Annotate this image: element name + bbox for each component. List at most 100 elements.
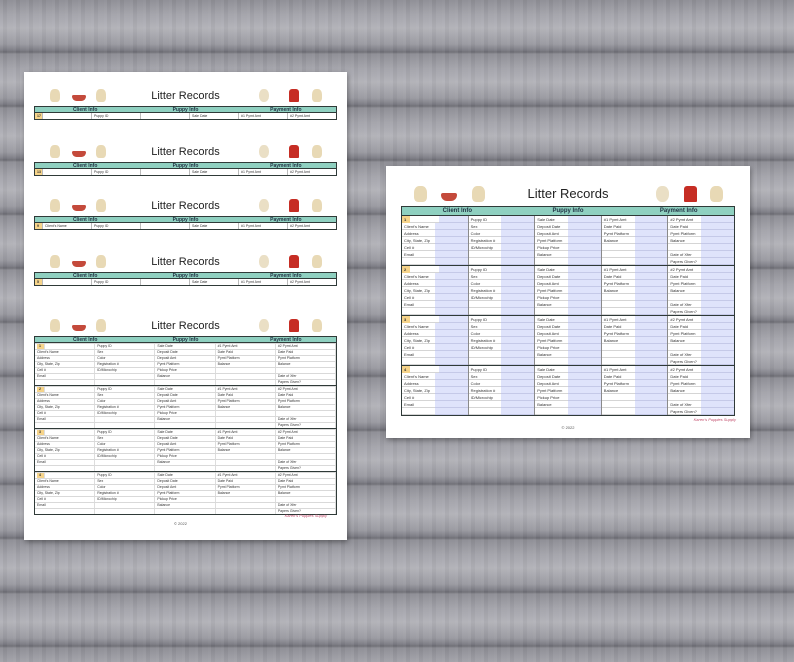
- field-input[interactable]: [701, 366, 734, 373]
- field-input[interactable]: [701, 344, 734, 351]
- field-input[interactable]: [567, 251, 601, 258]
- field-input[interactable]: [501, 394, 535, 401]
- field-input[interactable]: [434, 237, 468, 244]
- field-input[interactable]: [634, 351, 668, 358]
- field-input[interactable]: [567, 323, 601, 330]
- field-input[interactable]: [501, 251, 535, 258]
- field-input[interactable]: [501, 380, 535, 387]
- field-input[interactable]: [634, 216, 668, 223]
- field-input[interactable]: [501, 287, 535, 294]
- field-input[interactable]: [434, 330, 468, 337]
- field-input[interactable]: [701, 251, 734, 258]
- field-input[interactable]: [634, 387, 668, 394]
- field-input[interactable]: [501, 337, 535, 344]
- field-input[interactable]: [434, 337, 468, 344]
- field-input[interactable]: [434, 301, 468, 308]
- field-input[interactable]: [501, 408, 535, 415]
- field-input[interactable]: [434, 244, 468, 251]
- field-input[interactable]: [634, 330, 668, 337]
- field-input[interactable]: [501, 244, 535, 251]
- field-input[interactable]: [567, 373, 601, 380]
- field-input[interactable]: [434, 230, 468, 237]
- field-input[interactable]: [567, 273, 601, 280]
- field-input[interactable]: [501, 223, 535, 230]
- field-input[interactable]: [567, 387, 601, 394]
- field-input[interactable]: [567, 258, 601, 265]
- field-input[interactable]: [634, 273, 668, 280]
- field-input[interactable]: [567, 287, 601, 294]
- field-input[interactable]: [567, 344, 601, 351]
- field-input[interactable]: [634, 408, 668, 415]
- field-input[interactable]: [567, 223, 601, 230]
- field-input[interactable]: [701, 380, 734, 387]
- field-input[interactable]: [701, 316, 734, 323]
- field-input[interactable]: [501, 344, 535, 351]
- field-input[interactable]: [701, 408, 734, 415]
- field-input[interactable]: [438, 366, 468, 373]
- field-input[interactable]: [567, 244, 601, 251]
- field-input[interactable]: [438, 216, 468, 223]
- field-input[interactable]: [634, 401, 668, 408]
- field-input[interactable]: [434, 358, 468, 365]
- field-input[interactable]: [567, 301, 601, 308]
- field-input[interactable]: [634, 287, 668, 294]
- field-input[interactable]: [701, 287, 734, 294]
- field-input[interactable]: [701, 230, 734, 237]
- field-input[interactable]: [701, 223, 734, 230]
- field-input[interactable]: [434, 344, 468, 351]
- field-input[interactable]: [501, 301, 535, 308]
- field-input[interactable]: [434, 394, 468, 401]
- field-input[interactable]: [438, 316, 468, 323]
- field-input[interactable]: [634, 344, 668, 351]
- field-input[interactable]: [567, 358, 601, 365]
- field-input[interactable]: [501, 237, 535, 244]
- field-input[interactable]: [701, 308, 734, 315]
- field-input[interactable]: [634, 230, 668, 237]
- field-input[interactable]: [434, 294, 468, 301]
- field-input[interactable]: [434, 351, 468, 358]
- field-input[interactable]: [634, 251, 668, 258]
- field-input[interactable]: [501, 216, 535, 223]
- field-input[interactable]: [567, 280, 601, 287]
- field-input[interactable]: [634, 308, 668, 315]
- field-input[interactable]: [701, 294, 734, 301]
- field-input[interactable]: [501, 308, 535, 315]
- field-input[interactable]: [438, 266, 468, 273]
- field-input[interactable]: [434, 380, 468, 387]
- field-input[interactable]: [634, 323, 668, 330]
- field-input[interactable]: [501, 230, 535, 237]
- field-input[interactable]: [634, 337, 668, 344]
- field-input[interactable]: [501, 294, 535, 301]
- field-input[interactable]: [501, 316, 535, 323]
- field-input[interactable]: [567, 401, 601, 408]
- field-input[interactable]: [567, 366, 601, 373]
- field-input[interactable]: [501, 401, 535, 408]
- field-input[interactable]: [701, 323, 734, 330]
- field-input[interactable]: [634, 316, 668, 323]
- field-input[interactable]: [501, 351, 535, 358]
- field-input[interactable]: [434, 223, 468, 230]
- field-input[interactable]: [634, 266, 668, 273]
- field-input[interactable]: [701, 301, 734, 308]
- field-input[interactable]: [701, 401, 734, 408]
- field-input[interactable]: [634, 258, 668, 265]
- field-input[interactable]: [434, 408, 468, 415]
- field-input[interactable]: [501, 387, 535, 394]
- field-input[interactable]: [701, 351, 734, 358]
- field-input[interactable]: [501, 358, 535, 365]
- field-input[interactable]: [501, 266, 535, 273]
- field-input[interactable]: [701, 273, 734, 280]
- field-input[interactable]: [567, 408, 601, 415]
- field-input[interactable]: [501, 366, 535, 373]
- field-input[interactable]: [501, 273, 535, 280]
- field-input[interactable]: [634, 280, 668, 287]
- field-input[interactable]: [634, 237, 668, 244]
- field-input[interactable]: [567, 330, 601, 337]
- field-input[interactable]: [501, 373, 535, 380]
- field-input[interactable]: [634, 301, 668, 308]
- field-input[interactable]: [701, 337, 734, 344]
- field-input[interactable]: [701, 216, 734, 223]
- field-input[interactable]: [701, 237, 734, 244]
- field-input[interactable]: [434, 373, 468, 380]
- field-input[interactable]: [501, 323, 535, 330]
